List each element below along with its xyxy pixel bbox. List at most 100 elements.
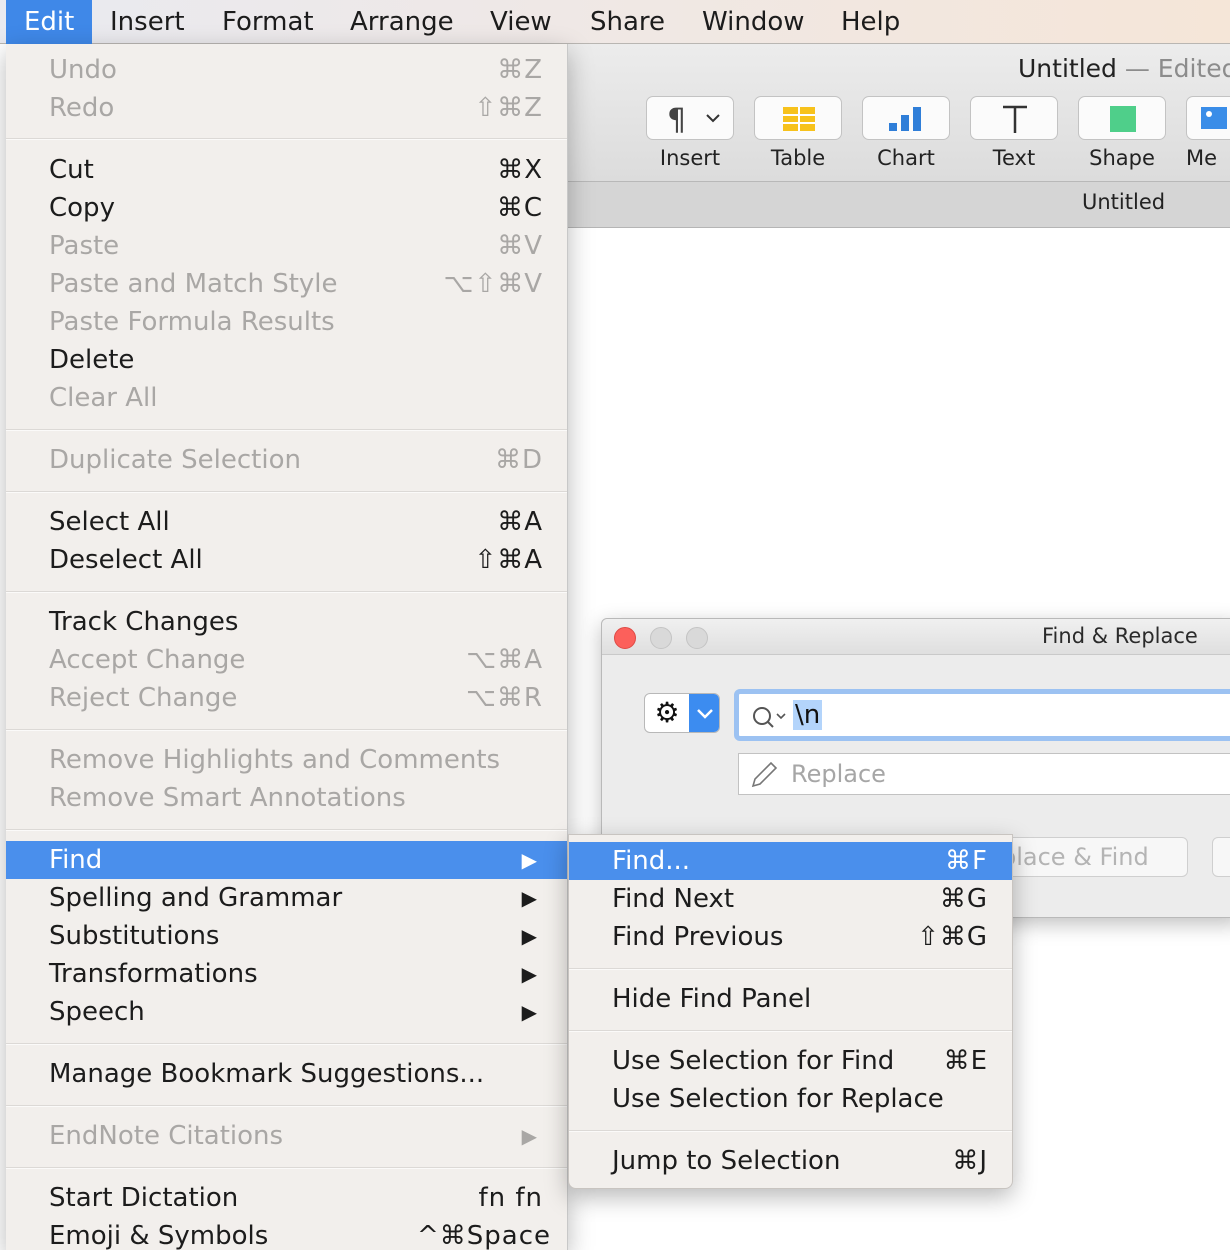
close-button[interactable]: [614, 627, 636, 649]
menu-item-shortcut: ⌥⌘A: [466, 645, 543, 675]
menu-item-start-dictation[interactable]: Start Dictation fn fn: [6, 1179, 567, 1217]
find-search-field[interactable]: \n: [734, 689, 1230, 741]
title-status: Edited: [1157, 54, 1230, 83]
chart-button[interactable]: [862, 96, 950, 140]
find-submenu: Find... ⌘F Find Next ⌘G Find Previous ⇧⌘…: [568, 834, 1013, 1189]
menu-separator: [569, 968, 1012, 970]
menu-separator: [6, 729, 567, 731]
menu-item-use-selection-for-replace[interactable]: Use Selection for Replace: [569, 1080, 1012, 1118]
menu-item-shortcut: ⌘F: [945, 846, 988, 876]
table-icon: [783, 107, 815, 131]
menu-item-remove-highlights[interactable]: Remove Highlights and Comments: [6, 741, 567, 779]
menu-item-shortcut: ⌘D: [494, 445, 543, 475]
menu-item-use-selection-for-find[interactable]: Use Selection for Find ⌘E: [569, 1042, 1012, 1080]
menubar-view[interactable]: View: [472, 0, 570, 44]
menu-separator: [6, 1043, 567, 1045]
menu-item-label: Manage Bookmark Suggestions...: [49, 1059, 485, 1089]
menubar-format[interactable]: Format: [204, 0, 332, 44]
menu-item-label: Undo: [49, 55, 117, 85]
find-panel-title: Find & Replace: [1042, 624, 1198, 648]
menu-item-shortcut: ^⌘Space: [416, 1221, 551, 1250]
find-panel-titlebar: Find & Replace: [602, 619, 1230, 655]
find-options-button[interactable]: ⚙: [644, 693, 720, 733]
menu-item-accept-change[interactable]: Accept Change ⌥⌘A: [6, 641, 567, 679]
shape-button[interactable]: [1078, 96, 1166, 140]
menu-item-paste[interactable]: Paste ⌘V: [6, 227, 567, 265]
menu-item-label: Use Selection for Replace: [612, 1084, 944, 1114]
menu-item-transformations[interactable]: Transformations ▶: [6, 955, 567, 993]
menu-item-cut[interactable]: Cut ⌘X: [6, 151, 567, 189]
menu-item-shortcut: ⌘V: [497, 231, 543, 261]
menu-item-label: Copy: [49, 193, 115, 223]
menu-item-undo[interactable]: Undo ⌘Z: [6, 51, 567, 89]
replace-input[interactable]: [791, 758, 1191, 790]
menu-item-reject-change[interactable]: Reject Change ⌥⌘R: [6, 679, 567, 717]
menubar-arrange[interactable]: Arrange: [332, 0, 472, 44]
menu-item-label: Cut: [49, 155, 94, 185]
menu-item-shortcut: ⌘G: [939, 884, 988, 914]
zoom-button[interactable]: [686, 627, 708, 649]
menu-item-deselect-all[interactable]: Deselect All ⇧⌘A: [6, 541, 567, 579]
menu-item-redo[interactable]: Redo ⇧⌘Z: [6, 89, 567, 127]
menubar-insert[interactable]: Insert: [92, 0, 203, 44]
menu-item-label: Paste: [49, 231, 120, 261]
menu-item-label: Paste Formula Results: [49, 307, 335, 337]
document-tab-bar: Untitled: [566, 182, 1230, 228]
menu-item-manage-bookmark-suggestions[interactable]: Manage Bookmark Suggestions...: [6, 1055, 567, 1093]
menu-bar: Edit Insert Format Arrange View Share Wi…: [0, 0, 1230, 44]
text-button[interactable]: [970, 96, 1058, 140]
menu-item-hide-find-panel[interactable]: Hide Find Panel: [569, 980, 1012, 1018]
menu-item-label: Find...: [612, 846, 691, 876]
menubar-edit[interactable]: Edit: [6, 0, 93, 44]
menu-item-paste-formula-results[interactable]: Paste Formula Results: [6, 303, 567, 341]
menu-item-copy[interactable]: Copy ⌘C: [6, 189, 567, 227]
title-separator: —: [1124, 54, 1150, 83]
document-toolbar: Untitled — Edited ¶ Insert Table Chart T…: [566, 44, 1230, 182]
paragraph-icon: ¶: [667, 103, 720, 138]
menu-item-find-dialog[interactable]: Find... ⌘F: [569, 842, 1012, 880]
menu-separator: [6, 829, 567, 831]
menubar-window[interactable]: Window: [684, 0, 823, 44]
replace-field[interactable]: [738, 753, 1230, 795]
menu-item-find-next[interactable]: Find Next ⌘G: [569, 880, 1012, 918]
search-icon: [753, 707, 786, 728]
table-button[interactable]: [754, 96, 842, 140]
find-search-value: \n: [793, 700, 823, 730]
next-button[interactable]: [1212, 837, 1230, 877]
menu-item-select-all[interactable]: Select All ⌘A: [6, 503, 567, 541]
menu-item-jump-to-selection[interactable]: Jump to Selection ⌘J: [569, 1142, 1012, 1180]
menu-separator: [569, 1130, 1012, 1132]
menu-item-paste-and-match-style[interactable]: Paste and Match Style ⌥⇧⌘V: [6, 265, 567, 303]
media-button[interactable]: [1186, 96, 1230, 140]
menu-item-label: Duplicate Selection: [49, 445, 301, 475]
menu-item-speech[interactable]: Speech ▶: [6, 993, 567, 1031]
menu-item-delete[interactable]: Delete: [6, 341, 567, 379]
menu-item-substitutions[interactable]: Substitutions ▶: [6, 917, 567, 955]
menu-item-shortcut: ⌥⇧⌘V: [443, 269, 543, 299]
insert-label: Insert: [659, 146, 721, 170]
document-tab[interactable]: Untitled: [1082, 190, 1165, 214]
menu-item-label: Find Next: [612, 884, 735, 914]
menu-item-label: Find Previous: [612, 922, 784, 952]
menu-item-label: Deselect All: [49, 545, 203, 575]
menu-item-label: Select All: [49, 507, 170, 537]
menubar-share[interactable]: Share: [572, 0, 683, 44]
menu-item-spelling-and-grammar[interactable]: Spelling and Grammar ▶: [6, 879, 567, 917]
menu-item-track-changes[interactable]: Track Changes: [6, 603, 567, 641]
menu-separator: [6, 429, 567, 431]
text-icon: [1003, 105, 1027, 133]
insert-button[interactable]: ¶: [646, 96, 734, 140]
menu-item-label: Substitutions: [49, 921, 220, 951]
media-label: Me: [1186, 146, 1218, 170]
submenu-arrow-icon: ▶: [521, 1124, 537, 1148]
minimize-button[interactable]: [650, 627, 672, 649]
menu-item-emoji-and-symbols[interactable]: Emoji & Symbols ^⌘Space: [6, 1217, 567, 1250]
menubar-help[interactable]: Help: [823, 0, 918, 44]
menu-item-label: Speech: [49, 997, 145, 1027]
menu-item-find[interactable]: Find ▶: [6, 841, 567, 879]
menu-item-find-previous[interactable]: Find Previous ⇧⌘G: [569, 918, 1012, 956]
menu-item-clear-all[interactable]: Clear All: [6, 379, 567, 417]
menu-item-duplicate-selection[interactable]: Duplicate Selection ⌘D: [6, 441, 567, 479]
menu-item-remove-smart-annotations[interactable]: Remove Smart Annotations: [6, 779, 567, 817]
menu-item-endnote-citations[interactable]: EndNote Citations ▶: [6, 1117, 567, 1155]
